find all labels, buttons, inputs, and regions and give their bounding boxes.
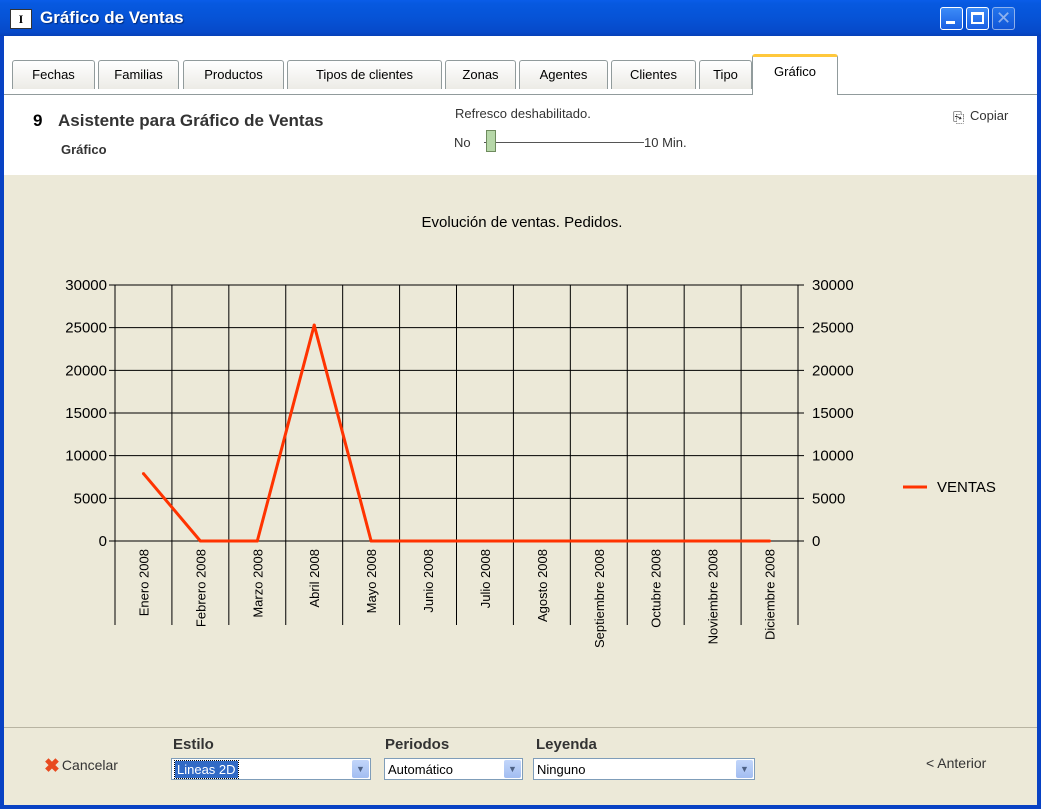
cancel-icon: ✖ [44,756,60,777]
data-point [198,539,202,543]
y-tick-label-right: 30000 [812,277,854,294]
tab-agentes[interactable]: Agentes [519,60,608,89]
refresh-slider-thumb[interactable] [486,130,496,152]
minimize-button[interactable] [940,7,963,30]
slider-max-label: 10 Min. [644,135,687,150]
legend-label: VENTAS [937,479,996,496]
footer-divider [4,727,1037,728]
data-point [654,539,658,543]
window-title: Gráfico de Ventas [40,8,184,27]
x-tick-label: Diciembre 2008 [763,549,778,640]
data-point [483,539,487,543]
refresh-slider-track[interactable] [484,142,644,143]
y-tick-label-left: 15000 [65,405,107,422]
x-tick-label: Agosto 2008 [535,549,550,622]
y-tick-label-left: 25000 [65,320,107,337]
close-button[interactable]: ✕ [992,7,1015,30]
y-tick-label-right: 20000 [812,362,854,379]
y-tick-label-right: 25000 [812,320,854,337]
x-tick-label: Junio 2008 [421,549,436,613]
slider-min-label: No [454,135,471,150]
x-tick-label: Abril 2008 [307,549,322,608]
x-tick-label: Noviembre 2008 [706,549,721,644]
step-number: 9 [33,111,43,130]
tab-clientes[interactable]: Clientes [611,60,696,89]
tab-familias[interactable]: Familias [98,60,179,89]
periodos-select[interactable]: Automático ▼ [384,758,523,780]
data-point [255,539,259,543]
leyenda-label: Leyenda [536,736,597,753]
tab-productos[interactable]: Productos [183,60,284,89]
y-tick-label-left: 0 [99,533,107,550]
periodos-value: Automático [388,762,454,777]
y-tick-label-right: 5000 [812,490,845,507]
copy-icon: ⎘ [953,109,965,125]
tab-tipo[interactable]: Tipo [699,60,752,89]
minimize-icon [946,21,955,24]
previous-button[interactable]: < Anterior [926,755,986,771]
x-tick-label: Marzo 2008 [250,549,265,618]
app-icon: I [10,9,32,29]
y-tick-label-left: 5000 [74,490,107,507]
x-tick-label: Mayo 2008 [364,549,379,613]
y-tick-label-left: 10000 [65,448,107,465]
data-point [711,539,715,543]
periodos-label: Periodos [385,736,450,753]
tab-tipos-de-clientes[interactable]: Tipos de clientes [287,60,442,89]
data-point [312,323,316,327]
tab-grafico[interactable]: Gráfico [752,54,838,95]
tab-zonas[interactable]: Zonas [445,60,516,89]
x-tick-label: Septiembre 2008 [592,549,607,648]
sales-chart: Evolución de ventas. Pedidos. 0 0 5000 5000 1… [65,214,996,648]
cancel-label: Cancelar [61,757,118,773]
step-subtitle: Gráfico [61,142,107,157]
data-point [540,539,544,543]
maximize-icon [971,12,984,24]
copy-button[interactable]: ⎘ Copiar [953,108,1008,124]
x-tick-label: Julio 2008 [478,549,493,608]
estilo-label: Estilo [173,736,214,753]
y-tick-label-left: 30000 [65,277,107,294]
data-point [426,539,430,543]
chevron-down-icon[interactable]: ▼ [736,760,753,778]
maximize-button[interactable] [966,7,989,30]
estilo-select[interactable]: Lineas 2D ▼ [171,758,371,780]
cancel-button[interactable]: ✖ Cancelar [44,755,118,778]
data-point [597,539,601,543]
y-tick-label-right: 10000 [812,448,854,465]
estilo-value: Lineas 2D [174,760,239,779]
data-point [369,539,373,543]
leyenda-select[interactable]: Ninguno ▼ [533,758,755,780]
chevron-down-icon[interactable]: ▼ [352,760,369,778]
tab-fechas[interactable]: Fechas [12,60,95,89]
step-title: Asistente para Gráfico de Ventas [58,111,324,130]
y-tick-label-left: 20000 [65,362,107,379]
y-tick-label-right: 15000 [812,405,854,422]
chart-title: Evolución de ventas. Pedidos. [422,214,623,231]
y-tick-label-right: 0 [812,533,820,550]
x-tick-label: Enero 2008 [136,549,151,616]
refresh-status: Refresco deshabilitado. [455,106,591,121]
x-tick-label: Octubre 2008 [649,549,664,628]
copy-label: Copiar [970,108,1009,123]
leyenda-value: Ninguno [537,762,586,777]
data-point [768,539,772,543]
title-bar[interactable]: I Gráfico de Ventas ✕ [0,0,1041,36]
chevron-down-icon[interactable]: ▼ [504,760,521,778]
data-point [141,472,145,476]
close-icon: ✕ [996,8,1012,28]
x-tick-label: Febrero 2008 [193,549,208,627]
